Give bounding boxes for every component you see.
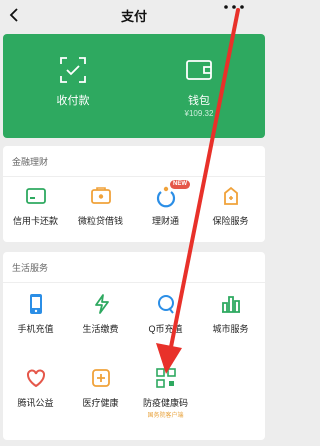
service-sub-label: 国务院客户端: [147, 413, 184, 419]
finance-section-title: 金融理财: [12, 157, 49, 167]
insurance-icon: [223, 186, 238, 205]
new-badge: NEW: [170, 180, 190, 189]
top-bar: 支付: [0, 0, 268, 30]
phone-icon: [29, 294, 42, 314]
wallet-label: 钱包: [188, 95, 210, 107]
service-tencent-charity[interactable]: 腾讯公益: [3, 366, 68, 426]
service-health-code[interactable]: 防疫健康码 国务院客户端: [133, 366, 198, 426]
life-section-title: 生活服务: [12, 263, 49, 273]
service-label: 腾讯公益: [17, 398, 54, 408]
receive-pay-button[interactable]: 收付款: [8, 34, 138, 138]
service-label: 医疗健康: [82, 398, 119, 408]
service-credit-card-repay[interactable]: 信用卡还款: [3, 184, 68, 244]
service-label: 理财通: [151, 216, 179, 226]
heart-icon: [26, 369, 45, 388]
service-label: 手机充值: [17, 324, 54, 334]
finance-section: 金融理财 信用卡还款 微粒贷借钱 NEW 理财通 保险服务: [3, 146, 265, 242]
service-phone-topup[interactable]: 手机充值: [3, 292, 68, 352]
service-utility-payment[interactable]: 生活缴费: [68, 292, 133, 352]
service-weili-loan[interactable]: 微粒贷借钱: [68, 184, 133, 244]
qr-code-icon: [155, 368, 176, 388]
loan-icon: [90, 187, 111, 204]
wallet-button[interactable]: 钱包 ¥109.32: [134, 34, 264, 138]
divider: [3, 176, 265, 177]
service-label: 微粒贷借钱: [77, 216, 123, 226]
city-icon: [221, 296, 240, 313]
credit-card-icon: [25, 188, 46, 204]
service-licaitong[interactable]: NEW 理财通: [133, 180, 198, 244]
wallet-card: 收付款 钱包 ¥109.32: [3, 34, 265, 138]
life-services-section: 生活服务 手机充值 生活缴费 Q币充值 城市服务 腾讯公益 医疗健康 防疫健康码…: [3, 252, 265, 440]
scan-frame-icon: [60, 57, 86, 83]
service-label: 城市服务: [212, 324, 249, 334]
q-coin-icon: [157, 295, 174, 314]
receive-pay-label: 收付款: [56, 95, 90, 107]
service-label: 信用卡还款: [12, 216, 58, 226]
wallet-balance: ¥109.32: [184, 109, 214, 118]
medical-icon: [91, 369, 110, 387]
divider: [3, 282, 265, 283]
service-q-coin[interactable]: Q币充值: [133, 292, 198, 352]
wallet-icon: [186, 60, 212, 80]
utility-icon: [94, 294, 109, 314]
service-label: Q币充值: [148, 324, 183, 334]
service-city[interactable]: 城市服务: [198, 292, 263, 352]
service-label: 防疫健康码: [142, 398, 188, 408]
service-insurance[interactable]: 保险服务: [198, 184, 263, 244]
service-label: 生活缴费: [82, 324, 119, 334]
more-icon[interactable]: [222, 3, 246, 11]
service-medical[interactable]: 医疗健康: [68, 366, 133, 426]
service-label: 保险服务: [212, 216, 249, 226]
